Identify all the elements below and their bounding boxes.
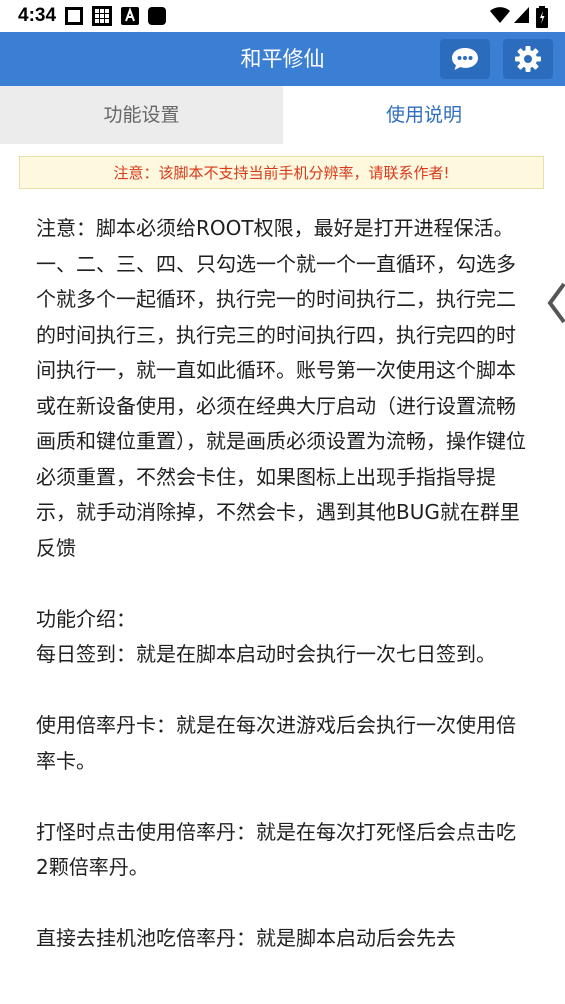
feature-multiplier-card: 使用倍率丹卡：就是在每次进游戏后会执行一次使用倍率卡。	[36, 713, 516, 773]
status-time: 4:34	[18, 5, 57, 26]
feature-multiplier-pill-on-kill: 打怪时点击使用倍率丹：就是在每次打死怪后会点击吃2颗倍率丹。	[36, 819, 516, 880]
wifi-icon	[490, 7, 510, 23]
instructions-content: 注意：脚本必须给ROOT权限，最好是打开进程保活。一、二、三、四、只勾选一个就一…	[36, 211, 526, 957]
signal-icon	[514, 7, 529, 23]
chat-bubble-icon	[452, 48, 478, 70]
resolution-warning-notice: 注意：该脚本不支持当前手机分辨率，请联系作者!	[19, 156, 544, 189]
tab-bar: 功能设置 使用说明	[0, 86, 565, 144]
letter-a-app-icon	[121, 7, 139, 25]
gear-icon	[515, 46, 541, 72]
feature-daily-signin: 每日签到：就是在脚本启动时会执行一次七日签到。	[36, 642, 496, 666]
settings-button[interactable]	[503, 39, 553, 79]
features-heading: 功能介绍：	[36, 606, 136, 631]
app-bar: 和平修仙	[0, 32, 565, 86]
grid-app-icon	[92, 6, 112, 26]
battery-icon	[536, 6, 548, 28]
tab-feature-settings[interactable]: 功能设置	[0, 86, 283, 144]
notification-square-icon	[65, 7, 83, 25]
feature-afk-pool: 直接去挂机池吃倍率丹：就是脚本启动后会先去	[36, 926, 456, 950]
status-bar: 4:34	[0, 0, 565, 32]
chevron-left-icon[interactable]	[546, 282, 565, 324]
chat-button[interactable]	[440, 39, 490, 79]
app-notification-icon	[148, 7, 166, 25]
intro-paragraph: 注意：脚本必须给ROOT权限，最好是打开进程保活。一、二、三、四、只勾选一个就一…	[36, 216, 526, 560]
tab-usage-instructions[interactable]: 使用说明	[283, 86, 565, 144]
